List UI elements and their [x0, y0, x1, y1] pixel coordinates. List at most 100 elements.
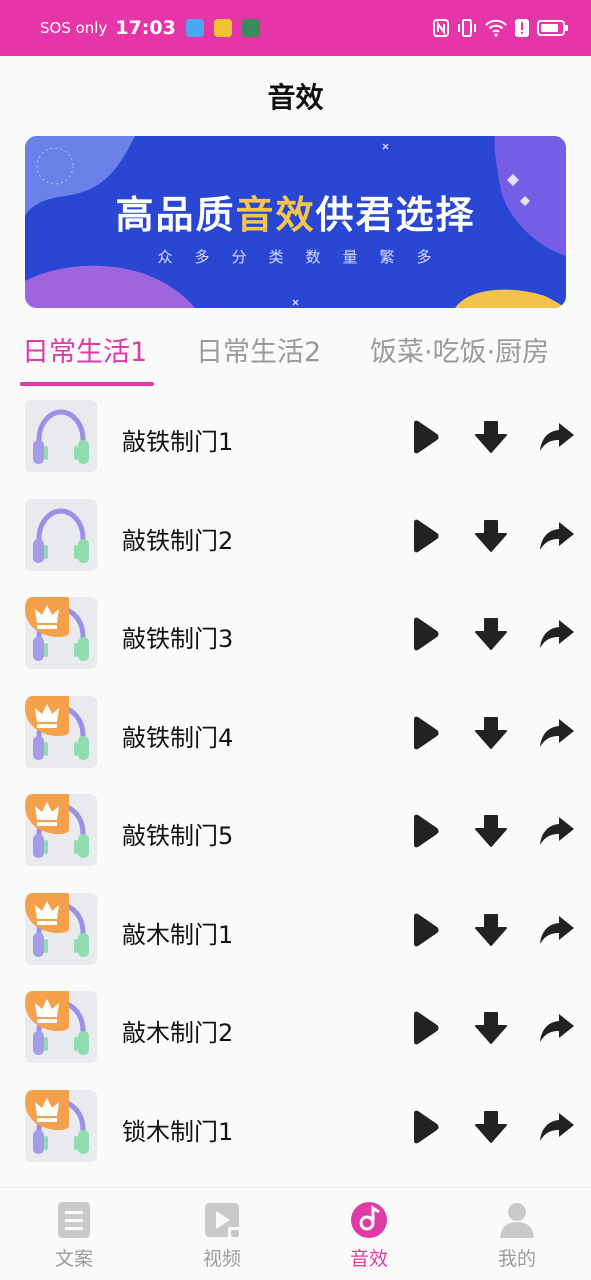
vibrate-icon: [458, 19, 476, 37]
share-arrow-icon: [540, 1014, 574, 1042]
share-arrow-icon: [540, 620, 574, 648]
play-icon: [414, 1110, 439, 1143]
nav-label: 音效: [349, 1248, 388, 1270]
share-arrow-icon: [540, 817, 574, 845]
list-item[interactable]: 敲铁制门5: [0, 782, 591, 880]
banner-headline-highlight: 音效: [235, 193, 316, 237]
download-arrow-icon: [475, 913, 507, 946]
title-bar: 音效: [0, 56, 591, 136]
carrier-text: SOS only: [40, 19, 108, 37]
share-arrow-icon: [540, 718, 574, 747]
play-icon: [414, 913, 439, 946]
download-button[interactable]: [472, 911, 510, 949]
list-item[interactable]: 敲木制门1: [0, 881, 591, 979]
list-item[interactable]: 敲铁制门1: [0, 388, 591, 486]
download-arrow-icon: [475, 1110, 507, 1143]
page-title: 音效: [267, 81, 324, 114]
vip-crown-icon: [25, 794, 69, 834]
share-button[interactable]: [538, 714, 576, 752]
share-button[interactable]: [538, 517, 576, 555]
novel-app-notification-icon: [213, 19, 232, 37]
play-button[interactable]: [406, 615, 444, 653]
share-button[interactable]: [538, 615, 576, 653]
download-button[interactable]: [472, 714, 510, 752]
download-button[interactable]: [472, 418, 510, 456]
sound-title: 敲铁制门4: [122, 723, 234, 752]
clock: 17:03: [115, 17, 176, 39]
download-arrow-icon: [475, 716, 507, 749]
play-button[interactable]: [406, 911, 444, 949]
active-tab-indicator: [20, 382, 154, 386]
play-icon: [414, 814, 439, 848]
share-arrow-icon: [540, 423, 574, 451]
sound-title: 敲木制门1: [122, 920, 234, 949]
headphones-thumbnail: [25, 794, 97, 866]
banner-headline-prefix: 高品质: [115, 193, 236, 237]
vip-crown-icon: [25, 892, 69, 933]
promo-banner[interactable]: 高品质音效供君选择 众多分类数量繁多: [25, 136, 566, 308]
banner-headline: 高品质音效供君选择: [25, 184, 566, 239]
play-button[interactable]: [406, 418, 444, 456]
share-button[interactable]: [538, 1108, 576, 1146]
vip-crown-icon: [25, 1089, 69, 1130]
list-item[interactable]: 敲木制门2: [0, 979, 591, 1077]
headphones-thumbnail: [25, 991, 97, 1063]
nav-item-copywriting[interactable]: 文案: [14, 1188, 134, 1280]
play-button[interactable]: [406, 1108, 444, 1146]
user-icon: [500, 1203, 534, 1238]
download-button[interactable]: [472, 1009, 510, 1047]
list-item[interactable]: 敲铁制门2: [0, 487, 591, 585]
nav-item-sound-effects[interactable]: 音效: [309, 1188, 429, 1280]
nav-item-profile[interactable]: 我的: [457, 1188, 577, 1280]
sound-title: 敲铁制门3: [122, 625, 234, 653]
list-item[interactable]: 敲铁制门3: [0, 585, 591, 683]
banner-headline-suffix: 供君选择: [315, 193, 476, 237]
alert-icon: [515, 19, 529, 37]
sound-title: 敲铁制门2: [122, 526, 234, 555]
video-icon: [205, 1203, 239, 1237]
headphones-thumbnail: [25, 597, 97, 669]
share-button[interactable]: [538, 418, 576, 456]
download-button[interactable]: [472, 615, 510, 653]
share-arrow-icon: [540, 915, 574, 944]
download-arrow-icon: [475, 519, 507, 552]
play-button[interactable]: [406, 714, 444, 752]
share-button[interactable]: [538, 812, 576, 850]
play-icon: [414, 716, 439, 749]
list-item[interactable]: 锁木制门1: [0, 1078, 591, 1176]
share-button[interactable]: [538, 1009, 576, 1047]
vip-crown-icon: [25, 695, 69, 736]
sound-title: 敲木制门2: [122, 1019, 234, 1047]
sound-title: 敲铁制门5: [122, 822, 234, 850]
tab-daily-life-1[interactable]: 日常生活1: [22, 330, 147, 369]
nav-label: 视频: [202, 1248, 241, 1270]
nav-item-video[interactable]: 视频: [162, 1188, 282, 1280]
download-arrow-icon: [475, 421, 507, 453]
headphones-thumbnail: [25, 892, 97, 965]
play-icon: [414, 617, 439, 651]
play-button[interactable]: [406, 517, 444, 555]
headphones-thumbnail: [25, 400, 97, 472]
nav-label: 文案: [54, 1248, 93, 1270]
play-icon: [414, 420, 439, 454]
play-button[interactable]: [406, 1009, 444, 1047]
bottom-nav: 文案 视频 音效 我的: [0, 1187, 591, 1280]
share-button[interactable]: [538, 911, 576, 949]
headphones-icon: [33, 507, 89, 563]
download-arrow-icon: [475, 815, 507, 847]
play-button[interactable]: [406, 812, 444, 850]
vip-crown-icon: [25, 991, 69, 1031]
download-button[interactable]: [472, 812, 510, 850]
category-tabs: 日常生活1 日常生活2 饭菜·吃饭·厨房: [0, 318, 591, 390]
download-button[interactable]: [472, 517, 510, 555]
list-item[interactable]: 敲铁制门4: [0, 684, 591, 782]
play-icon: [414, 519, 439, 552]
play-icon: [414, 1011, 439, 1045]
banner-subtitle: 众多分类数量繁多: [157, 248, 454, 266]
tab-daily-life-2[interactable]: 日常生活2: [196, 330, 321, 369]
status-bar: SOS only 17:03: [0, 0, 591, 56]
headphones-icon: [33, 409, 89, 464]
tab-cooking-kitchen[interactable]: 饭菜·吃饭·厨房: [370, 330, 549, 369]
download-button[interactable]: [472, 1108, 510, 1146]
wifi-icon: [485, 19, 507, 37]
